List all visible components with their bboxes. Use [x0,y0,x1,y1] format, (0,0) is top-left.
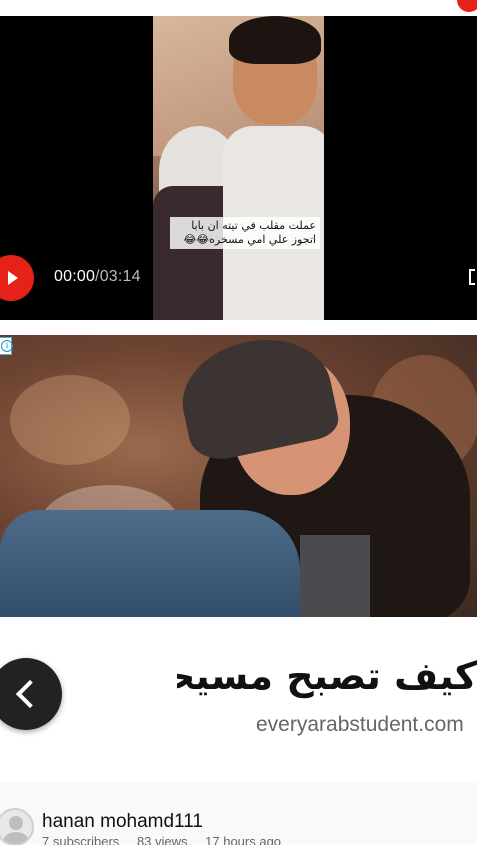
video-caption: عملت مقلب في تيته ان بابا اتجوز علي امي … [170,217,320,249]
play-button[interactable] [0,255,34,301]
ad-image[interactable] [0,335,477,617]
ad-person-shirt [300,535,370,617]
current-time: 00:00 [54,268,96,285]
ad-bokeh [10,375,130,465]
subscriber-count: 7 subscribers [42,834,120,845]
view-count: 83 views [136,834,188,845]
page: عملت مقلب في تيته ان بابا اتجوز علي امي … [0,0,477,845]
upload-time: 17 hours ago [205,834,282,845]
top-bar [0,0,477,16]
video-person-boy-hair [229,16,321,64]
ad-title[interactable]: كيف تصبح مسيحيا [177,650,477,702]
duration: 03:14 [99,268,141,285]
info-icon[interactable] [0,337,13,355]
channel-name[interactable]: hanan mohamd111 [42,811,203,833]
channel-meta: 7 subscribers 83 views 17 hours ago [42,834,295,845]
fullscreen-icon[interactable] [469,269,475,285]
red-indicator-icon[interactable] [457,0,477,12]
video-time: 00:00/03:14 [54,268,141,286]
video-player[interactable]: عملت مقلب في تيته ان بابا اتجوز علي امي … [0,16,477,320]
ad-person-jacket [0,510,300,617]
avatar[interactable] [0,808,34,845]
ad-domain[interactable]: everyarabstudent.com [256,713,464,737]
video-frame: عملت مقلب في تيته ان بابا اتجوز علي امي … [153,16,324,320]
